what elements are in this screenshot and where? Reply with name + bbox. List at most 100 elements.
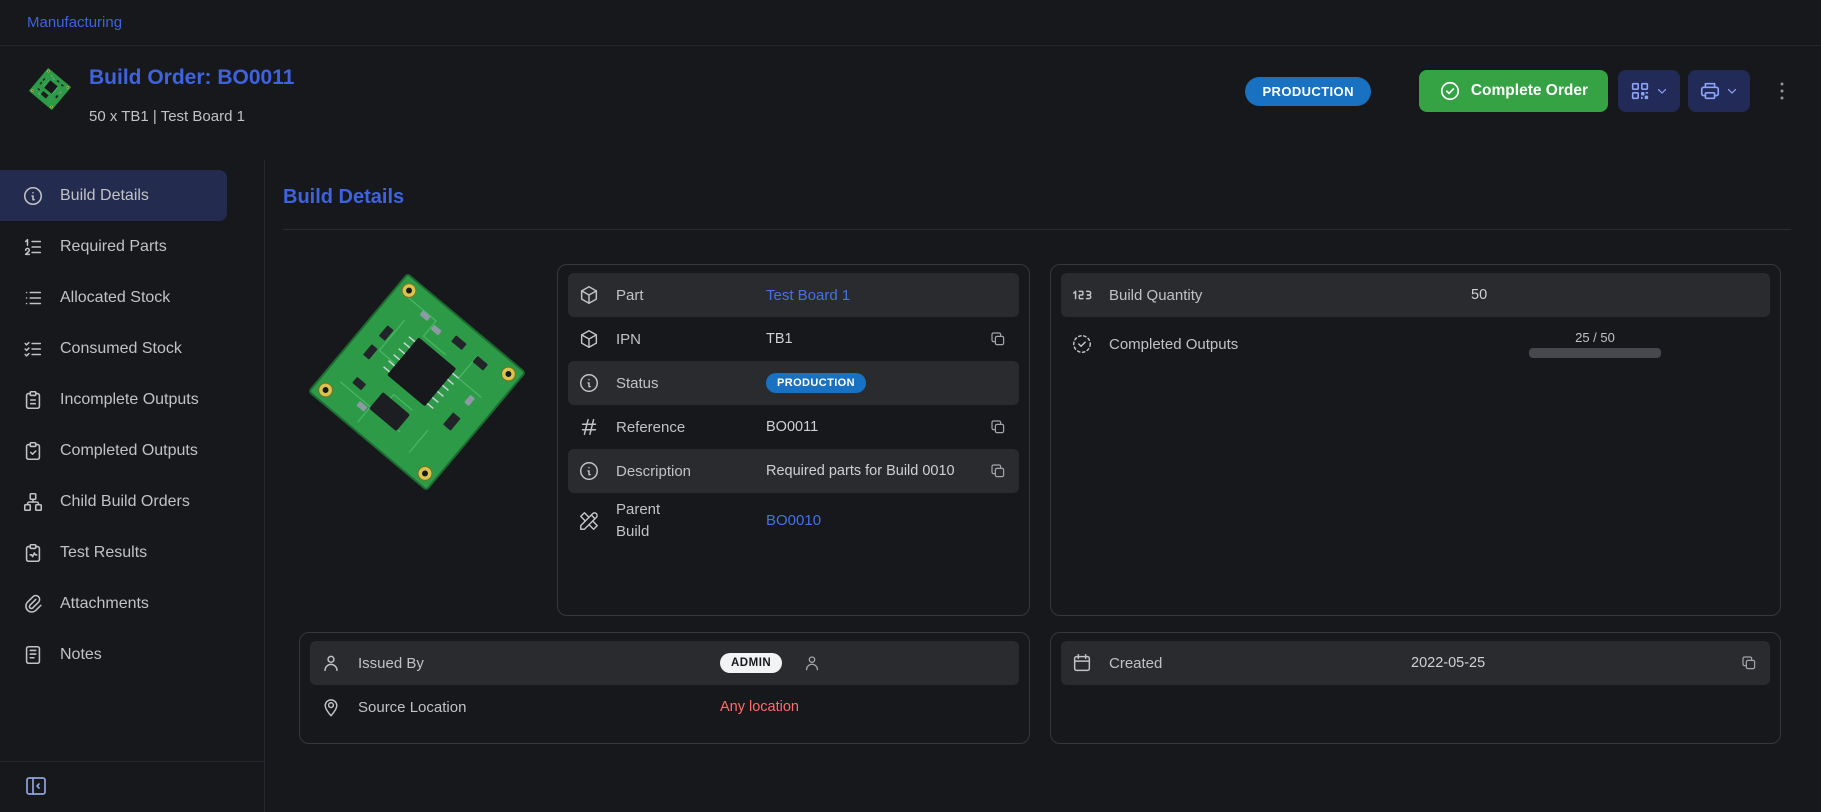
sidebar: Build Details Required Parts Allocated S…: [0, 160, 265, 812]
page-title: Build Order: BO0011: [89, 66, 294, 90]
build-quantity-value: 50: [1471, 287, 1487, 303]
sidebar-item-child-build-orders[interactable]: Child Build Orders: [0, 476, 227, 527]
more-actions-menu-button[interactable]: [1770, 79, 1794, 103]
table-row-ipn: IPN TB1: [568, 317, 1019, 361]
status-badge: PRODUCTION: [1245, 77, 1370, 106]
table-row-build-quantity: Build Quantity 50: [1061, 273, 1770, 317]
row-label: Completed Outputs: [1109, 336, 1459, 353]
sidebar-item-allocated-stock[interactable]: Allocated Stock: [0, 272, 227, 323]
reference-value: BO0011: [766, 419, 818, 435]
page-header: Build Order: BO0011 50 x TB1 | Test Boar…: [0, 46, 1821, 160]
copy-created-button[interactable]: [1738, 652, 1760, 674]
sidebar-item-required-parts[interactable]: Required Parts: [0, 221, 227, 272]
ipn-value: TB1: [766, 331, 793, 347]
qr-code-icon: [1629, 80, 1651, 102]
clipboard-check-icon: [22, 440, 44, 462]
info-circle-icon: [578, 460, 604, 482]
header-text: Build Order: BO0011 50 x TB1 | Test Boar…: [89, 66, 294, 125]
row-label: Issued By: [358, 655, 708, 672]
circle-check-icon: [1439, 80, 1461, 102]
paperclip-icon: [22, 593, 44, 615]
print-actions-button[interactable]: [1688, 70, 1750, 112]
printer-icon: [1699, 80, 1721, 102]
row-label: Status: [616, 375, 754, 392]
copy-description-button[interactable]: [987, 460, 1009, 482]
part-image[interactable]: [299, 264, 535, 500]
created-table: Created 2022-05-25: [1050, 632, 1781, 744]
sidebar-item-label: Allocated Stock: [60, 289, 170, 307]
package-icon: [578, 328, 604, 350]
issued-table: Issued By ADMIN Source Location: [299, 632, 1030, 744]
row-label: IPN: [616, 331, 754, 348]
list-check-icon: [22, 338, 44, 360]
row-label: Parent Build: [616, 499, 672, 543]
description-value: Required parts for Build 0010: [766, 461, 955, 481]
tools-icon: [578, 510, 604, 532]
part-thumbnail[interactable]: [27, 66, 73, 112]
details-table: Part Test Board 1 IPN TB1: [557, 264, 1030, 616]
issued-by-badge: ADMIN: [720, 653, 782, 673]
map-pin-icon: [320, 696, 346, 718]
completed-outputs-progress: 25 / 50: [1529, 330, 1661, 358]
row-label: Build Quantity: [1109, 287, 1459, 304]
sidebar-item-label: Attachments: [60, 595, 149, 613]
row-label: Created: [1109, 655, 1399, 672]
page-subtitle: 50 x TB1 | Test Board 1: [89, 108, 294, 125]
user-icon: [802, 653, 822, 673]
test-report-icon: [22, 542, 44, 564]
barcode-actions-button[interactable]: [1618, 70, 1680, 112]
sidebar-item-notes[interactable]: Notes: [0, 629, 227, 680]
sidebar-collapse-icon: [24, 774, 48, 798]
chevron-down-icon: [1725, 84, 1739, 98]
sidebar-item-attachments[interactable]: Attachments: [0, 578, 227, 629]
table-row-parent-build: Parent Build BO0010: [568, 493, 1019, 549]
sidebar-item-build-details[interactable]: Build Details: [0, 170, 227, 221]
table-row-source-location: Source Location Any location: [310, 685, 1019, 729]
build-details-section: Part Test Board 1 IPN TB1: [299, 264, 1030, 616]
progress-bar: [1529, 348, 1661, 358]
parent-build-link[interactable]: BO0010: [766, 512, 821, 529]
sidebar-item-label: Child Build Orders: [60, 493, 190, 511]
sidebar-item-label: Completed Outputs: [60, 442, 198, 460]
row-label: Description: [616, 463, 754, 480]
dots-vertical-icon: [1770, 79, 1794, 103]
sidebar-item-test-results[interactable]: Test Results: [0, 527, 227, 578]
complete-order-button[interactable]: Complete Order: [1419, 70, 1608, 112]
part-link[interactable]: Test Board 1: [766, 287, 850, 304]
sidebar-footer: [0, 761, 264, 812]
panel-title: Build Details: [283, 186, 1791, 230]
complete-order-label: Complete Order: [1471, 82, 1588, 100]
sidebar-item-label: Notes: [60, 646, 102, 664]
table-row-part: Part Test Board 1: [568, 273, 1019, 317]
header-actions: PRODUCTION Complete Order: [1245, 70, 1794, 112]
sidebar-item-label: Incomplete Outputs: [60, 391, 199, 409]
status-badge: PRODUCTION: [766, 373, 866, 393]
row-label: Source Location: [358, 699, 708, 716]
row-label: Part: [616, 287, 754, 304]
row-label: Reference: [616, 419, 754, 436]
chevron-down-icon: [1655, 84, 1669, 98]
sidebar-item-label: Build Details: [60, 187, 149, 205]
notes-icon: [22, 644, 44, 666]
copy-reference-button[interactable]: [987, 416, 1009, 438]
breadcrumb-manufacturing-link[interactable]: Manufacturing: [27, 14, 122, 31]
source-location-value: Any location: [720, 699, 799, 715]
user-icon: [320, 652, 346, 674]
numbers-123-icon: [1071, 284, 1097, 306]
sidebar-item-consumed-stock[interactable]: Consumed Stock: [0, 323, 227, 374]
progress-label: 25 / 50: [1575, 330, 1615, 345]
collapse-sidebar-button[interactable]: [24, 774, 48, 798]
table-row-status: Status PRODUCTION: [568, 361, 1019, 405]
table-row-created: Created 2022-05-25: [1061, 641, 1770, 685]
main-panel: Build Details Part Test Board 1: [265, 160, 1821, 812]
sidebar-item-completed-outputs[interactable]: Completed Outputs: [0, 425, 227, 476]
sidebar-item-label: Test Results: [60, 544, 147, 562]
progress-check-icon: [1071, 333, 1097, 355]
table-row-reference: Reference BO0011: [568, 405, 1019, 449]
copy-ipn-button[interactable]: [987, 328, 1009, 350]
sidebar-item-incomplete-outputs[interactable]: Incomplete Outputs: [0, 374, 227, 425]
info-circle-icon: [578, 372, 604, 394]
table-row-description: Description Required parts for Build 001…: [568, 449, 1019, 493]
sidebar-item-label: Required Parts: [60, 238, 167, 256]
list-icon: [22, 287, 44, 309]
